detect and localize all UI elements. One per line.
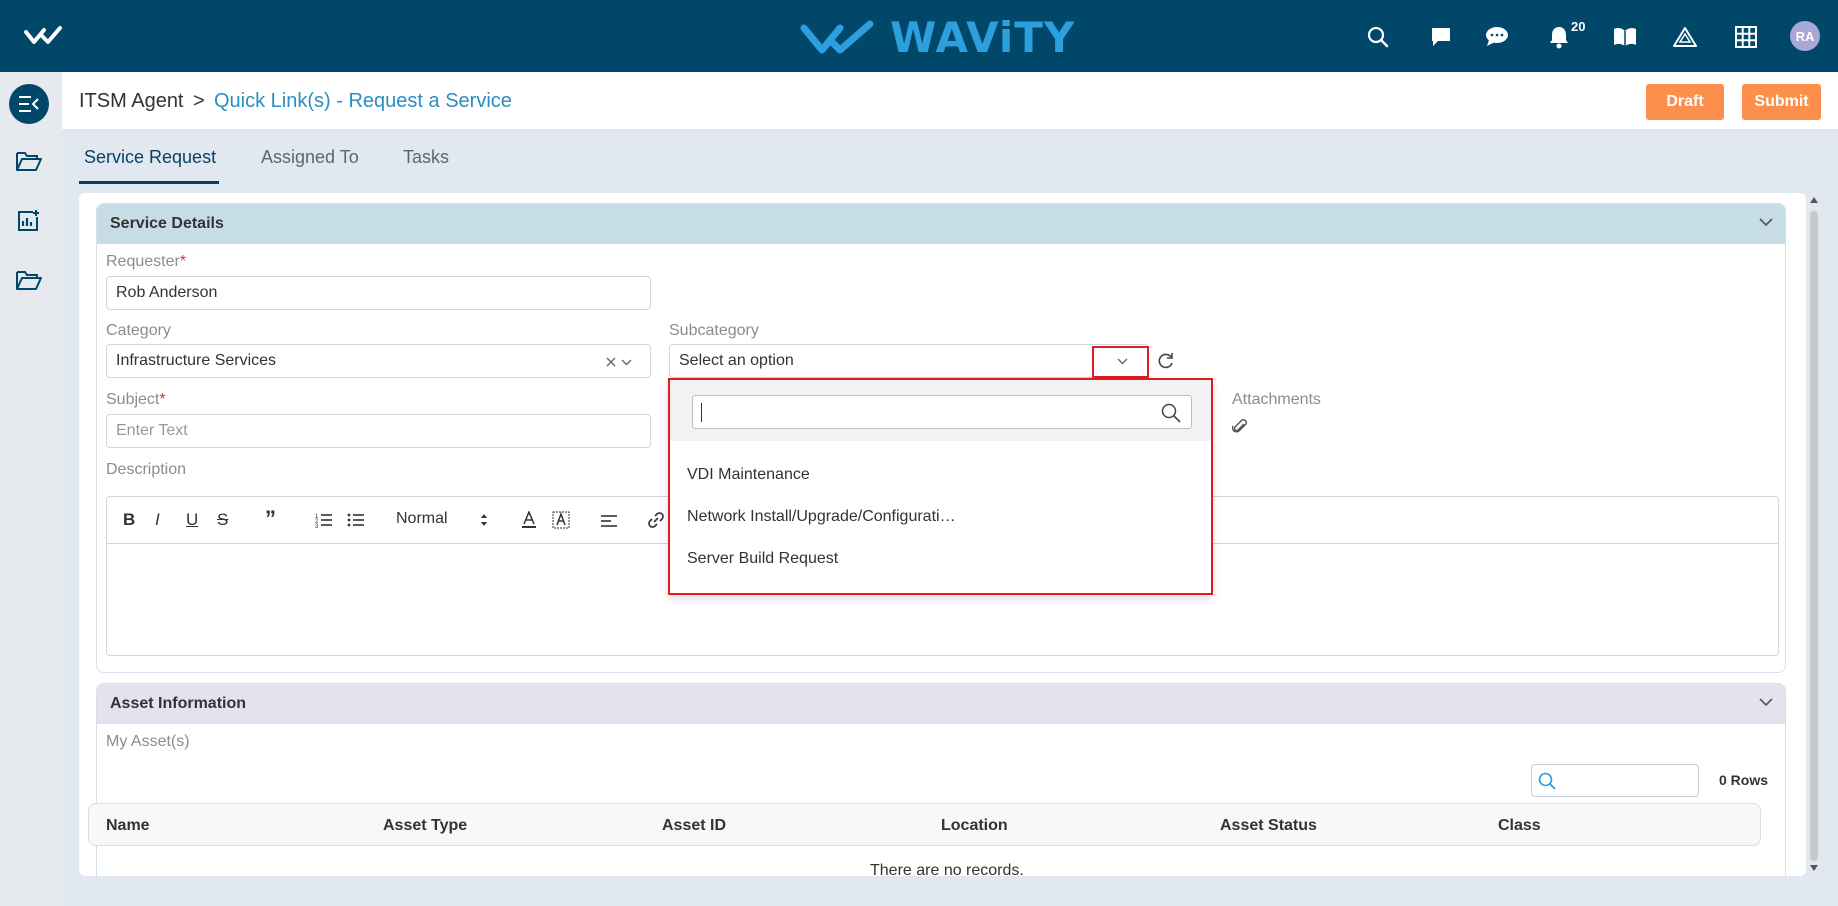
subject-label: Subject* [106,391,166,409]
text-color-icon[interactable] [521,511,537,529]
link-icon[interactable] [647,511,665,529]
tab-assigned-to[interactable]: Assigned To [261,147,359,168]
underline-icon[interactable]: U [186,510,198,530]
asset-information-panel: Asset Information My Asset(s) 0 Rows [96,683,1786,876]
asset-table-header: Name Asset Type Asset ID Location Asset … [88,803,1761,846]
select-arrows-icon[interactable] [480,513,488,527]
bold-icon[interactable]: B [123,510,135,530]
column-header-asset-type[interactable]: Asset Type [383,817,467,835]
submit-label: Submit [1754,93,1809,110]
chat-square-icon[interactable] [1428,24,1454,50]
warning-icon[interactable] [1672,24,1698,50]
subject-placeholder: Enter Text [116,422,188,439]
svg-text:3: 3 [315,524,319,528]
search-icon [1538,772,1556,790]
chevron-down-icon[interactable] [621,359,632,366]
subject-label-text: Subject [106,391,160,408]
brand-name: WAViTY [890,13,1076,62]
highlight-color-icon[interactable] [552,511,570,529]
requester-label: Requester* [106,253,186,271]
collapse-menu-button[interactable] [9,84,49,124]
dropdown-search-area [670,380,1211,441]
subject-input[interactable]: Enter Text [106,414,651,448]
notification-count-badge: 20 [1571,19,1586,34]
scroll-up-icon[interactable] [1810,197,1818,203]
asset-search-input[interactable] [1531,764,1699,797]
subcategory-label: Subcategory [669,322,759,339]
column-header-asset-status[interactable]: Asset Status [1220,817,1317,835]
scroll-down-icon[interactable] [1810,865,1818,871]
search-icon [1161,403,1181,423]
breadcrumb: ITSM Agent > Quick Link(s) - Request a S… [62,72,1838,129]
chat-bubble-icon[interactable] [1484,24,1510,50]
bullet-list-icon[interactable] [347,512,365,528]
service-details-title: Service Details [110,215,224,232]
category-select[interactable]: Infrastructure Services [106,344,651,378]
scrollbar-thumb[interactable] [1810,211,1818,861]
user-avatar[interactable]: RA [1790,21,1820,51]
asset-information-title: Asset Information [110,695,247,712]
active-tab-indicator [79,181,219,184]
refresh-icon[interactable] [1157,352,1175,370]
dropdown-toggle-highlight[interactable] [1092,346,1149,378]
breadcrumb-current[interactable]: Quick Link(s) - Request a Service [214,90,512,113]
attachments-label: Attachments [1232,391,1321,408]
paperclip-icon[interactable] [1232,418,1248,436]
description-label: Description [106,461,187,478]
required-mark: * [159,391,166,408]
book-icon[interactable] [1612,24,1638,50]
dropdown-option[interactable]: Server Build Request [687,550,838,568]
format-select[interactable]: Normal [396,510,448,528]
empty-records-message: There are no records. [870,862,1024,876]
subcategory-dropdown: VDI Maintenance Network Install/Upgrade/… [668,378,1213,595]
draft-label: Draft [1666,93,1704,110]
top-bar: WAViTY 20 RA [0,0,1838,72]
requester-value: Rob Anderson [116,284,218,301]
column-header-name[interactable]: Name [106,817,150,835]
column-header-asset-id[interactable]: Asset ID [662,817,726,835]
breadcrumb-root[interactable]: ITSM Agent [79,90,184,113]
chevron-down-icon[interactable] [1759,698,1773,707]
folder-icon[interactable] [16,269,42,291]
requester-field[interactable]: Rob Anderson [106,276,651,310]
category-value: Infrastructure Services [116,352,277,369]
service-details-header[interactable]: Service Details [97,204,1785,244]
scrollbar[interactable] [1808,193,1820,876]
search-icon[interactable] [1365,24,1391,50]
folder-open-icon[interactable] [16,150,42,172]
ordered-list-icon[interactable]: 123 [315,512,333,528]
left-nav [0,72,62,906]
subcategory-select[interactable]: Select an option [669,344,1149,378]
clear-icon[interactable] [606,357,616,367]
apps-grid-icon[interactable] [1733,24,1759,50]
column-header-class[interactable]: Class [1498,817,1541,835]
dropdown-search-input[interactable] [692,395,1192,429]
required-mark: * [179,253,187,270]
text-cursor [701,403,702,422]
breadcrumb-separator: > [193,90,205,112]
avatar-initials: RA [1795,28,1815,44]
wavity-logo: WAViTY [800,13,1075,62]
tab-service-request[interactable]: Service Request [84,147,216,168]
italic-icon[interactable]: I [155,510,160,530]
bell-icon[interactable] [1546,24,1572,50]
category-label: Category [106,322,171,339]
requester-label-text: Requester [106,253,180,270]
strikethrough-icon[interactable]: S [217,510,228,530]
draft-button[interactable]: Draft [1646,84,1724,120]
submit-button[interactable]: Submit [1742,84,1821,120]
chevron-down-icon[interactable] [1759,218,1773,227]
column-header-location[interactable]: Location [941,817,1008,835]
align-icon[interactable] [600,514,618,528]
dropdown-option[interactable]: Network Install/Upgrade/Configurati… [687,508,956,526]
dropdown-option[interactable]: VDI Maintenance [687,466,810,484]
blockquote-icon[interactable]: ” [265,506,276,532]
tab-tasks[interactable]: Tasks [403,147,449,168]
app-menu-icon[interactable] [24,24,70,48]
subcategory-placeholder: Select an option [679,352,794,369]
my-assets-label: My Asset(s) [106,733,190,750]
rows-count: 0 Rows [1719,772,1769,788]
report-icon[interactable] [16,209,40,233]
asset-information-header[interactable]: Asset Information [97,684,1785,724]
